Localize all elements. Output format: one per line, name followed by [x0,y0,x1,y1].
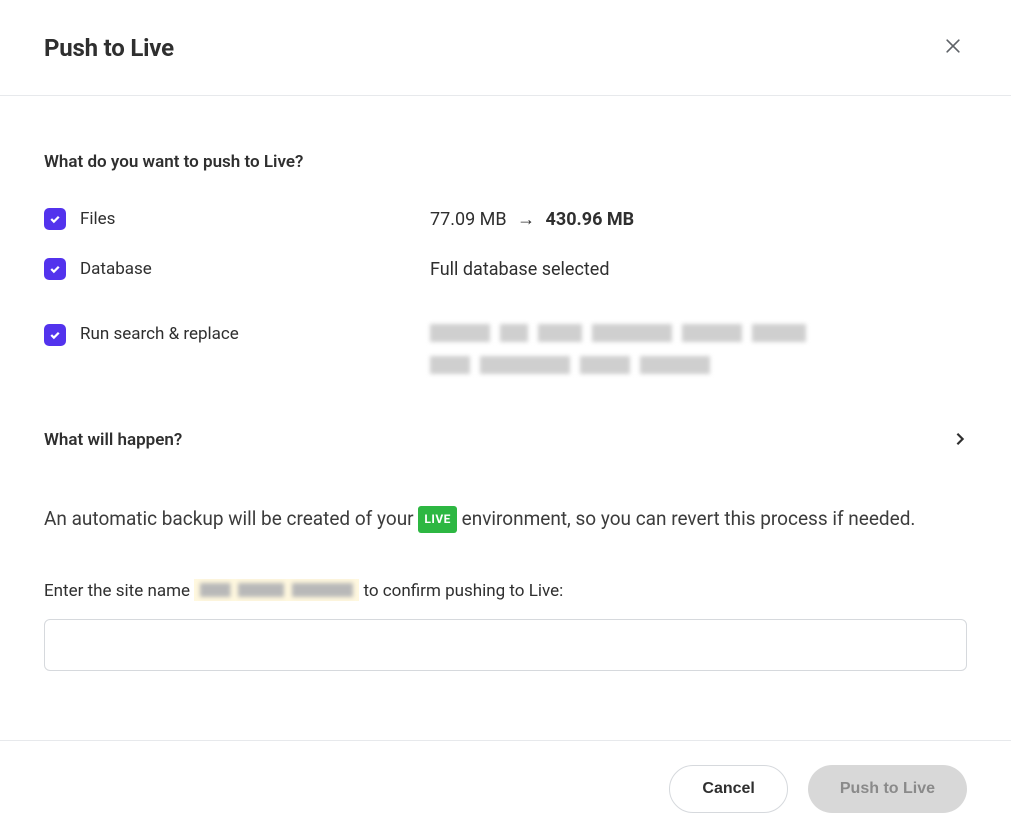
checkmark-icon [49,326,61,345]
files-checkbox[interactable] [44,208,66,230]
files-size-info: 77.09 MB → 430.96 MB [430,209,634,230]
site-name-input[interactable] [44,619,967,671]
database-checkbox[interactable] [44,258,66,280]
option-search-replace-row: Run search & replace [44,324,967,374]
confirm-text-pre: Enter the site name [44,581,194,601]
confirm-instruction: Enter the site name to confirm pushing t… [44,579,967,601]
search-replace-label: Run search & replace [80,324,239,344]
checkmark-icon [49,260,61,279]
what-will-happen-toggle[interactable]: What will happen? [44,430,967,450]
dialog-title: Push to Live [44,34,174,62]
backup-note: An automatic backup will be created of y… [44,502,967,535]
confirm-text-post: to confirm pushing to Live: [359,581,563,601]
site-name-redacted [194,579,359,601]
dialog-body: What do you want to push to Live? Files … [0,96,1011,711]
dialog-footer: Cancel Push to Live [0,740,1011,837]
database-label: Database [80,259,152,279]
option-database-row: Database Full database selected [44,258,967,280]
backup-note-text-pre: An automatic backup will be created of y… [44,507,418,530]
cancel-button[interactable]: Cancel [669,765,787,813]
files-label: Files [80,209,115,229]
live-environment-badge: LIVE [418,506,457,533]
close-button[interactable] [939,32,967,63]
dialog-header: Push to Live [0,0,1011,96]
push-to-live-button[interactable]: Push to Live [808,765,967,813]
search-replace-checkbox[interactable] [44,324,66,346]
what-will-happen-label: What will happen? [44,430,182,450]
section-prompt: What do you want to push to Live? [44,152,967,172]
chevron-right-icon [953,431,967,450]
files-size-from: 77.09 MB [430,209,507,230]
checkmark-icon [49,210,61,229]
backup-note-text-post: environment, so you can revert this proc… [457,507,916,530]
close-icon [943,36,963,59]
arrow-right-icon: → [517,209,535,230]
search-replace-redacted [430,324,806,374]
files-size-to: 430.96 MB [546,209,635,230]
option-files-row: Files 77.09 MB → 430.96 MB [44,208,967,230]
database-info: Full database selected [430,259,609,280]
